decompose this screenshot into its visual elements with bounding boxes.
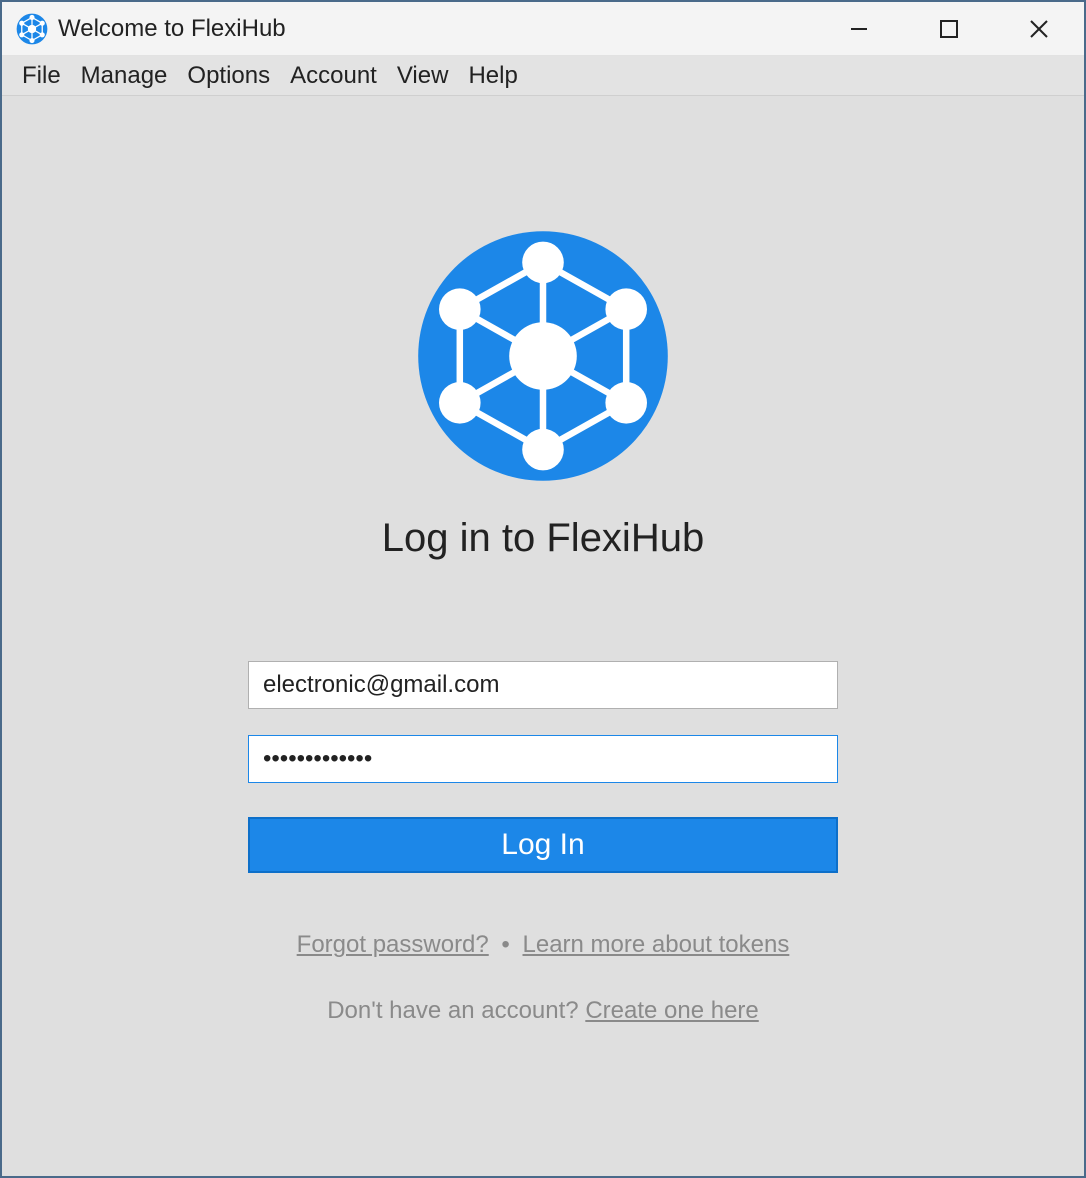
- main-content: Log in to FlexiHub Log In Forgot passwor…: [2, 96, 1084, 1176]
- login-form: Log In Forgot password? • Learn more abo…: [248, 661, 838, 1025]
- login-button[interactable]: Log In: [248, 817, 838, 873]
- no-account-text: Don't have an account?: [327, 997, 585, 1024]
- login-heading: Log in to FlexiHub: [382, 516, 704, 561]
- minimize-icon: [850, 20, 868, 38]
- menu-help[interactable]: Help: [460, 60, 525, 92]
- separator-dot: •: [501, 931, 509, 958]
- app-icon: [16, 13, 48, 45]
- signup-row: Don't have an account? Create one here: [248, 997, 838, 1025]
- menu-account[interactable]: Account: [282, 60, 385, 92]
- password-input[interactable]: [248, 735, 838, 783]
- minimize-button[interactable]: [814, 2, 904, 55]
- menu-view[interactable]: View: [389, 60, 457, 92]
- window-controls: [814, 2, 1084, 55]
- email-input[interactable]: [248, 661, 838, 709]
- window-title: Welcome to FlexiHub: [58, 15, 814, 43]
- close-icon: [1029, 19, 1049, 39]
- titlebar: Welcome to FlexiHub: [2, 2, 1084, 56]
- forgot-password-link[interactable]: Forgot password?: [297, 931, 489, 958]
- learn-tokens-link[interactable]: Learn more about tokens: [523, 931, 790, 958]
- close-button[interactable]: [994, 2, 1084, 55]
- maximize-icon: [940, 20, 958, 38]
- menu-options[interactable]: Options: [179, 60, 278, 92]
- maximize-button[interactable]: [904, 2, 994, 55]
- menu-file[interactable]: File: [14, 60, 69, 92]
- create-account-link[interactable]: Create one here: [585, 997, 758, 1024]
- flexihub-logo-icon: [413, 226, 673, 486]
- help-links: Forgot password? • Learn more about toke…: [248, 931, 838, 959]
- menu-manage[interactable]: Manage: [73, 60, 176, 92]
- app-window: Welcome to FlexiHub File Manage Options …: [0, 0, 1086, 1178]
- menubar: File Manage Options Account View Help: [2, 56, 1084, 96]
